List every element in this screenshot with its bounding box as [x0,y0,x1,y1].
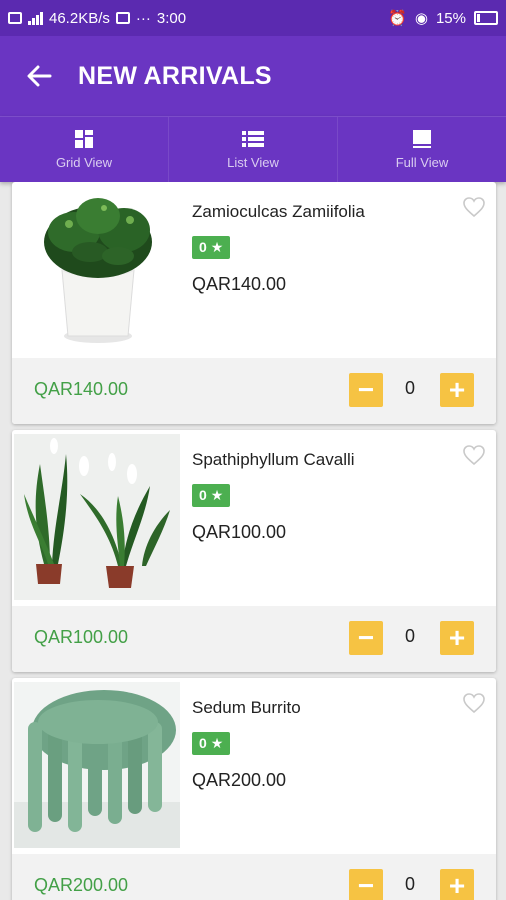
wishlist-heart-icon[interactable] [462,692,486,714]
rating-badge: 0 ★ [192,236,231,259]
view-switcher: Grid View List View Full View [0,116,506,182]
product-image[interactable] [14,434,180,600]
image-icon [115,12,130,24]
clock: 3:00 [156,9,187,27]
star-icon: ★ [210,487,224,503]
quantity-value: 0 [404,874,415,894]
increase-quantity-button[interactable]: + [440,621,474,655]
tab-list-view-label: List View [227,155,279,170]
product-card[interactable]: Sedum Burrito 0 ★ QAR200.00 QAR200.00 − … [12,678,496,900]
tab-list-view[interactable]: List View [169,117,338,182]
quantity-value: 0 [404,626,415,646]
product-image[interactable] [14,186,180,352]
product-price: QAR140.00 [192,274,287,294]
wishlist-heart-icon[interactable] [462,444,486,466]
rating-value: 0 [199,487,207,503]
product-image[interactable] [14,682,180,848]
back-arrow-icon [27,65,52,87]
page-title: NEW ARRIVALS [78,61,272,90]
tab-grid-view-label: Grid View [55,155,113,170]
star-icon: ★ [210,239,224,255]
product-list: Zamioculcas Zamiifolia 0 ★ QAR140.00 QAR… [0,182,506,900]
card-footer: QAR100.00 − 0 + [12,606,496,672]
list-icon [242,129,264,149]
product-card[interactable]: Spathiphyllum Cavalli 0 ★ QAR100.00 QAR1… [12,430,496,672]
wishlist-heart-icon[interactable] [462,196,486,218]
network-speed: 46.2KB/s [49,9,110,27]
footer-price: QAR100.00 [34,627,129,647]
grid-icon [73,129,95,149]
product-price: QAR100.00 [192,522,287,542]
decrease-quantity-button[interactable]: − [349,621,383,655]
battery-icon [474,11,498,25]
eye-icon: ◉ [414,10,428,27]
tab-grid-view[interactable]: Grid View [0,117,169,182]
rating-value: 0 [199,239,207,255]
product-name[interactable]: Sedum Burrito [192,698,301,718]
rating-badge: 0 ★ [192,484,231,507]
increase-quantity-button[interactable]: + [440,869,474,900]
product-name[interactable]: Spathiphyllum Cavalli [192,450,355,470]
tab-full-view[interactable]: Full View [338,117,506,182]
decrease-quantity-button[interactable]: − [349,869,383,900]
star-icon: ★ [210,735,224,751]
quantity-value: 0 [404,378,415,398]
signal-icon [28,11,43,25]
tab-full-view-label: Full View [395,155,449,170]
app-bar: NEW ARRIVALS [0,36,506,116]
card-footer: QAR140.00 − 0 + [12,358,496,424]
footer-price: QAR200.00 [34,875,129,895]
product-card[interactable]: Zamioculcas Zamiifolia 0 ★ QAR140.00 QAR… [12,182,496,424]
product-price: QAR200.00 [192,770,287,790]
sim-icon [8,12,22,24]
more-dots: ··· [135,9,151,27]
rating-value: 0 [199,735,207,751]
rating-badge: 0 ★ [192,732,231,755]
increase-quantity-button[interactable]: + [440,373,474,407]
status-bar: 46.2KB/s ··· 3:00 ⏰ ◉ 15% [0,0,506,36]
full-view-icon [411,129,433,149]
product-name[interactable]: Zamioculcas Zamiifolia [192,202,365,222]
battery-percent: 15% [435,9,466,27]
footer-price: QAR140.00 [34,379,129,399]
card-footer: QAR200.00 − 0 + [12,854,496,900]
back-button[interactable] [0,36,78,116]
decrease-quantity-button[interactable]: − [349,373,383,407]
alarm-icon: ⏰ [388,10,407,27]
